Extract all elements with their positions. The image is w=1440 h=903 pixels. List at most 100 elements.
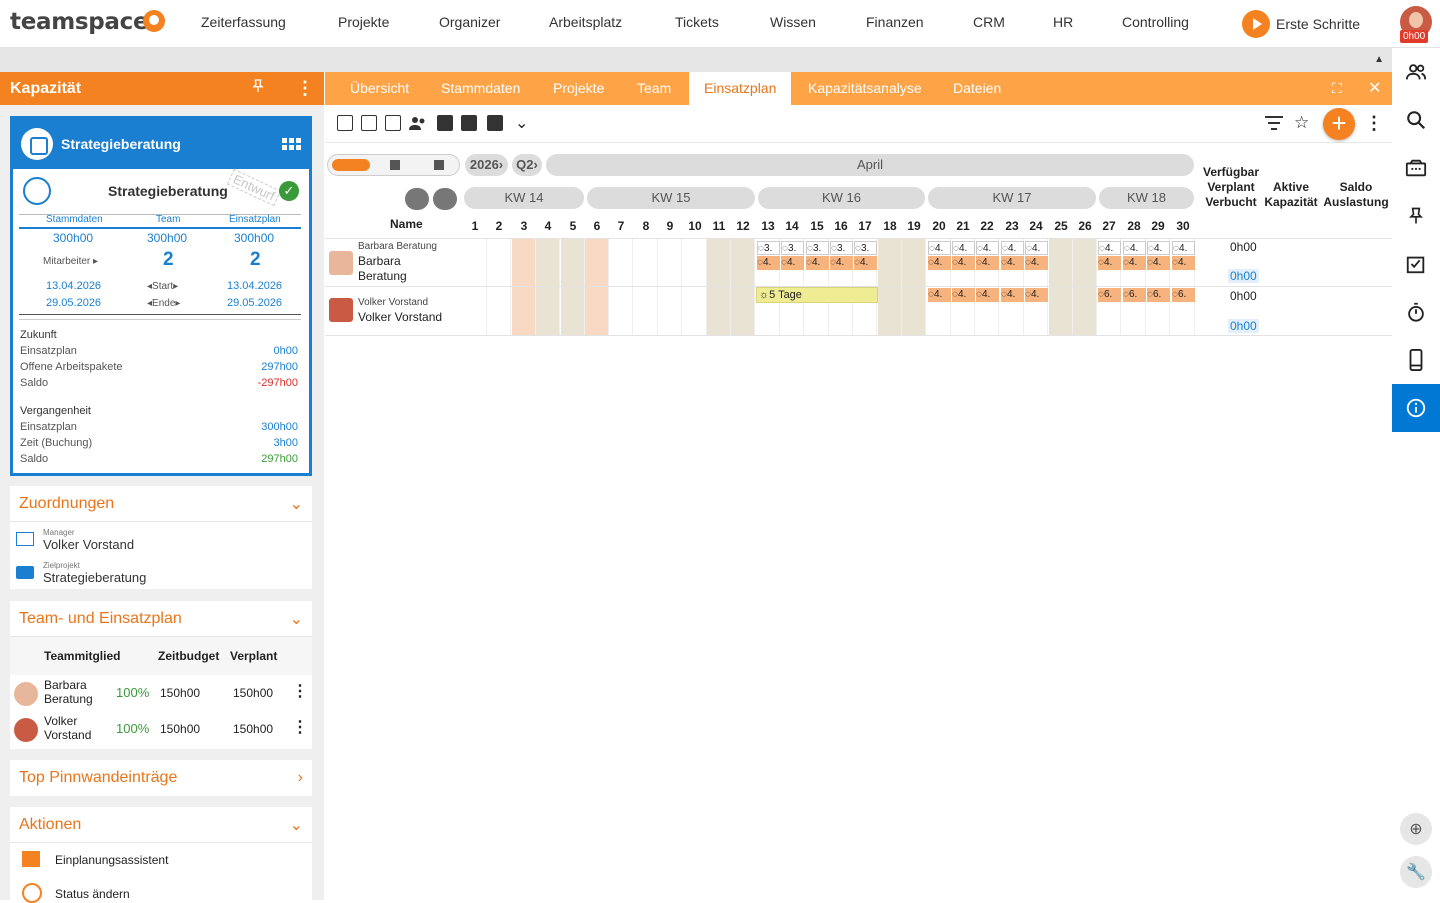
chevron-down-icon[interactable]: ⌄ [515,113,528,133]
tab-dateien[interactable]: Dateien [953,72,1001,105]
week-pill-16[interactable]: KW 16 [758,187,925,209]
workload-cell[interactable]: ◌4. [1025,256,1048,270]
nav-wissen[interactable]: Wissen [770,14,816,30]
people-icon[interactable] [1392,48,1440,96]
workload-cell[interactable]: ◌4. [830,256,853,270]
nav-controlling[interactable]: Controlling [1122,14,1189,30]
app-logo[interactable]: teamspace [10,9,149,35]
member-name[interactable]: Barbara Beratung [44,678,93,706]
zoom-week-icon[interactable] [390,160,400,170]
workload-cell[interactable]: ◌4. [976,256,999,270]
quarter-pill[interactable]: Q2› [512,154,542,176]
row-name[interactable]: Volker Vorstand [358,310,442,324]
workload-cell[interactable]: ◌4. [1001,241,1024,255]
end-label[interactable]: ◂Ende▸ [147,298,180,309]
add-button[interactable]: + [1323,108,1355,140]
pinnwand-header[interactable]: Top Pinnwandeinträge › [10,760,312,796]
month-pill[interactable]: April [546,154,1194,176]
start-label[interactable]: ◂Start▸ [147,281,178,292]
erste-schritte-button[interactable]: Erste Schritte [1242,10,1360,38]
prev-week-icon[interactable] [405,188,429,210]
tab-kapazitaetsanalyse[interactable]: Kapazitätsanalyse [808,72,922,105]
task-check-icon[interactable] [1392,240,1440,288]
workload-cell[interactable]: ◌4. [781,256,804,270]
expand-icon[interactable]: ⛶ [1332,72,1342,105]
workload-cell[interactable]: ◌3. [806,241,829,255]
workload-cell[interactable]: ◌6. [1098,288,1121,302]
workload-cell[interactable]: ◌4. [1098,241,1121,255]
row-verplant[interactable]: 0h00 [1228,319,1259,333]
tab-uebersicht[interactable]: Übersicht [350,72,409,105]
tab-stammdaten[interactable]: Stammdaten [441,72,520,105]
nav-organizer[interactable]: Organizer [439,14,500,30]
workload-cell[interactable]: ◌3. [757,241,780,255]
next-week-icon[interactable] [433,188,457,210]
row-menu-icon[interactable]: ⋮ [292,681,308,701]
pin-icon[interactable] [1392,192,1440,240]
filter-icon[interactable] [1264,114,1284,137]
zoom-month-icon[interactable] [434,160,444,170]
toolbar-menu-icon[interactable]: ⋮ [1365,113,1383,134]
workload-cell[interactable]: ◌4. [1001,288,1024,302]
nav-zeiterfassung[interactable]: Zeiterfassung [201,14,286,30]
people-filter-icon[interactable] [409,115,425,131]
workload-cell[interactable]: ◌3. [854,241,877,255]
workload-cell[interactable]: ◌4. [1147,256,1170,270]
calendar-week-icon[interactable] [461,115,477,131]
workload-cell[interactable]: ◌6. [1172,288,1195,302]
workload-cell[interactable]: ◌4. [928,256,951,270]
star-icon[interactable]: ☆ [1294,113,1309,133]
nav-arbeitsplatz[interactable]: Arbeitsplatz [549,14,622,30]
wrench-icon[interactable]: 🔧 [1400,856,1432,888]
zoom-switch[interactable] [327,154,460,176]
tab-projekte[interactable]: Projekte [553,72,604,105]
nav-projekte[interactable]: Projekte [338,14,389,30]
view-card-icon[interactable] [337,115,353,131]
mitarbeiter-label[interactable]: Mitarbeiter ▸ [43,256,98,267]
zuordnungen-header[interactable]: Zuordnungen ⌄ [10,486,312,522]
workload-cell[interactable]: ◌6. [1147,288,1170,302]
search-icon[interactable] [1392,96,1440,144]
more-menu-icon[interactable]: ⋮ [296,78,314,99]
nav-hr[interactable]: HR [1053,14,1073,30]
workload-cell[interactable]: ◌4. [1025,288,1048,302]
apps-grid-icon[interactable] [282,138,301,150]
week-pill-18[interactable]: KW 18 [1099,187,1194,209]
zoom-day-icon[interactable] [332,159,370,171]
workload-cell[interactable]: ◌6. [1123,288,1146,302]
pin-header-icon[interactable] [250,78,266,99]
workload-cell[interactable]: ◌4. [1123,241,1146,255]
workload-cell[interactable]: ◌4. [952,241,975,255]
aktionen-header[interactable]: Aktionen ⌄ [10,807,312,843]
vacation-bar[interactable]: ☼5 Tage [756,287,878,303]
stopwatch-icon[interactable] [1392,288,1440,336]
workload-cell[interactable]: ◌3. [781,241,804,255]
mobile-icon[interactable] [1392,336,1440,384]
team-header[interactable]: Team- und Einsatzplan ⌄ [10,601,312,637]
week-pill-14[interactable]: KW 14 [464,187,584,209]
calendar-day-icon[interactable] [437,115,453,131]
workload-cell[interactable]: ◌4. [928,241,951,255]
action-einplanungsassistent[interactable]: Einplanungsassistent [55,853,168,867]
workload-cell[interactable]: ◌4. [806,256,829,270]
inbox-icon[interactable] [1392,144,1440,192]
nav-finanzen[interactable]: Finanzen [866,14,924,30]
close-icon[interactable]: ✕ [1368,72,1381,105]
workload-cell[interactable]: ◌4. [1025,241,1048,255]
workload-cell[interactable]: ◌4. [928,288,951,302]
workload-cell[interactable]: ◌4. [1172,241,1195,255]
tab-team[interactable]: Team [637,72,671,105]
manager-value[interactable]: Volker Vorstand [43,537,134,552]
collapse-up-icon[interactable]: ▲ [1374,54,1384,65]
view-grid-icon[interactable] [361,115,377,131]
tab-einsatzplan[interactable]: Einsatzplan [689,72,792,105]
week-pill-15[interactable]: KW 15 [587,187,755,209]
workload-cell[interactable]: ◌4. [1172,256,1195,270]
row-menu-icon[interactable]: ⋮ [292,717,308,737]
info-icon[interactable] [1392,384,1440,432]
calendar-month-icon[interactable] [487,115,503,131]
workload-cell[interactable]: ◌4. [757,256,780,270]
nav-crm[interactable]: CRM [973,14,1005,30]
ziel-value[interactable]: Strategieberatung [43,570,146,585]
workload-cell[interactable]: ◌4. [952,256,975,270]
